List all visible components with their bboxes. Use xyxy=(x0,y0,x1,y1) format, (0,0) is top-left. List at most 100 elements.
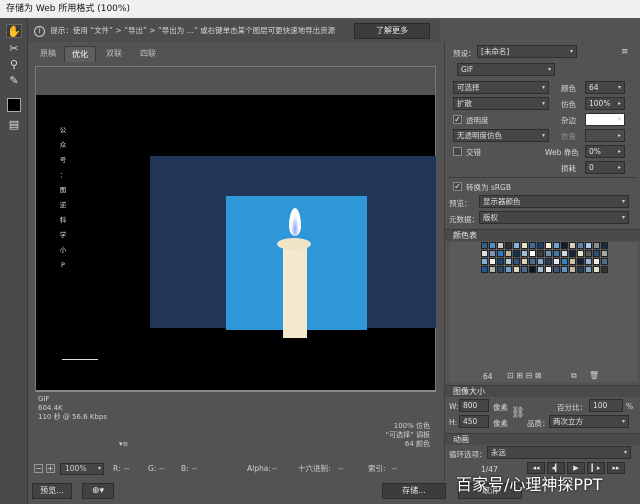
transparency-checkbox[interactable]: ✓ xyxy=(453,115,462,124)
eyedropper-tool-icon[interactable]: ✎ xyxy=(6,74,22,88)
save-button[interactable]: 存储... xyxy=(382,483,446,499)
color-swatch[interactable] xyxy=(601,242,608,249)
color-swatch[interactable] xyxy=(545,258,552,265)
percent-input[interactable]: 100 xyxy=(589,399,623,412)
tab-original[interactable]: 原稿 xyxy=(34,46,62,62)
color-swatch[interactable] xyxy=(561,266,568,273)
dither-algorithm-select[interactable]: 扩散 ▾ xyxy=(453,97,549,110)
color-swatch[interactable] xyxy=(593,266,600,273)
metadata-select[interactable]: 版权 ▾ xyxy=(479,211,629,224)
color-swatch[interactable] xyxy=(545,266,552,273)
color-swatch[interactable] xyxy=(529,266,536,273)
color-swatch[interactable] xyxy=(529,242,536,249)
color-swatch[interactable] xyxy=(497,258,504,265)
color-swatch[interactable] xyxy=(521,258,528,265)
color-swatch[interactable] xyxy=(505,250,512,257)
interlaced-checkbox[interactable] xyxy=(453,147,462,156)
color-swatch[interactable] xyxy=(505,258,512,265)
toggle-slices-icon[interactable]: ▤ xyxy=(6,118,22,132)
color-swatch[interactable] xyxy=(521,250,528,257)
transparency-dither-select[interactable]: 无透明度仿色 ▾ xyxy=(453,129,549,142)
eyedropper-color-swatch[interactable] xyxy=(7,98,21,112)
color-swatch[interactable] xyxy=(481,266,488,273)
color-swatch[interactable] xyxy=(585,258,592,265)
color-swatch[interactable] xyxy=(497,242,504,249)
color-swatch[interactable] xyxy=(561,242,568,249)
color-swatch[interactable] xyxy=(529,250,536,257)
browser-preview-icon[interactable]: ⊕▾ xyxy=(82,483,114,499)
color-swatch[interactable] xyxy=(577,266,584,273)
zoom-in-button[interactable]: + xyxy=(46,464,55,473)
format-select[interactable]: GIF ▾ xyxy=(457,63,555,76)
color-swatch[interactable] xyxy=(513,266,520,273)
color-swatch[interactable] xyxy=(561,250,568,257)
color-swatch[interactable] xyxy=(601,266,608,273)
color-swatch[interactable] xyxy=(481,250,488,257)
color-swatch[interactable] xyxy=(585,250,592,257)
dither-amount[interactable]: 100% ▸ xyxy=(585,97,625,110)
web-snap-field[interactable]: 0% ▸ xyxy=(585,145,625,158)
color-swatch[interactable] xyxy=(569,258,576,265)
color-swatch[interactable] xyxy=(553,266,560,273)
loop-select[interactable]: 永远 ▾ xyxy=(487,446,631,459)
color-swatch[interactable] xyxy=(497,266,504,273)
color-swatch[interactable] xyxy=(489,250,496,257)
hand-tool-icon[interactable]: ✋ xyxy=(6,24,22,38)
color-swatch[interactable] xyxy=(489,242,496,249)
panel-menu-icon[interactable]: ≡ xyxy=(621,47,629,57)
preview-mode-select[interactable]: 显示器颜色 ▾ xyxy=(479,195,629,208)
lossy-field[interactable]: 0 ▸ xyxy=(585,161,625,174)
color-swatch[interactable] xyxy=(537,258,544,265)
color-swatch[interactable] xyxy=(537,242,544,249)
tab-2up[interactable]: 双联 xyxy=(100,46,128,62)
delete-color-icon[interactable]: 🗑 xyxy=(589,371,599,380)
color-swatch[interactable] xyxy=(529,258,536,265)
color-table-swatches[interactable] xyxy=(481,242,608,273)
color-swatch[interactable] xyxy=(481,242,488,249)
color-swatch[interactable] xyxy=(505,266,512,273)
color-swatch[interactable] xyxy=(513,242,520,249)
preview-button[interactable]: 预览... xyxy=(32,483,72,499)
color-swatch[interactable] xyxy=(553,258,560,265)
info-menu-icon[interactable]: ▾≡ xyxy=(119,440,128,448)
color-swatch[interactable] xyxy=(585,242,592,249)
color-swatch[interactable] xyxy=(489,258,496,265)
color-swatch[interactable] xyxy=(521,242,528,249)
color-swatch[interactable] xyxy=(577,242,584,249)
link-icon[interactable]: ⛓ xyxy=(511,406,525,419)
color-swatch[interactable] xyxy=(513,258,520,265)
color-swatch[interactable] xyxy=(537,266,544,273)
color-swatch[interactable] xyxy=(489,266,496,273)
amount-field[interactable]: ▸ xyxy=(585,129,625,142)
new-color-icon[interactable]: ⧉ xyxy=(571,371,577,381)
color-swatch[interactable] xyxy=(569,242,576,249)
slice-select-tool-icon[interactable]: ✂ xyxy=(6,42,22,56)
tab-4up[interactable]: 四联 xyxy=(134,46,162,62)
tab-optimized[interactable]: 优化 xyxy=(64,46,96,62)
color-swatch[interactable] xyxy=(577,258,584,265)
zoom-select[interactable]: 100% ▾ xyxy=(60,463,104,475)
color-swatch[interactable] xyxy=(537,250,544,257)
color-swatch[interactable] xyxy=(601,250,608,257)
color-swatch[interactable] xyxy=(521,266,528,273)
color-swatch[interactable] xyxy=(553,242,560,249)
color-swatch[interactable] xyxy=(577,250,584,257)
color-swatch[interactable] xyxy=(593,250,600,257)
zoom-out-button[interactable]: − xyxy=(34,464,43,473)
preview-canvas[interactable]: 公众号 ： 图逆科学小 P xyxy=(35,66,436,392)
color-swatch[interactable] xyxy=(593,258,600,265)
color-swatch[interactable] xyxy=(545,250,552,257)
srgb-checkbox[interactable]: ✓ xyxy=(453,182,462,191)
color-swatch[interactable] xyxy=(569,250,576,257)
height-input[interactable]: 450 xyxy=(459,415,489,428)
color-swatch[interactable] xyxy=(593,242,600,249)
color-swatch[interactable] xyxy=(545,242,552,249)
color-swatch[interactable] xyxy=(561,258,568,265)
color-swatch[interactable] xyxy=(505,242,512,249)
zoom-tool-icon[interactable]: ⚲ xyxy=(6,58,22,72)
color-reduction-select[interactable]: 可选择 ▾ xyxy=(453,81,549,94)
preset-select[interactable]: [未命名] ▾ xyxy=(477,45,577,58)
color-table-tools-icon[interactable]: ⊡ ⊞ ⊟ ⊠ xyxy=(507,371,541,380)
color-swatch[interactable] xyxy=(601,258,608,265)
color-swatch[interactable] xyxy=(497,250,504,257)
